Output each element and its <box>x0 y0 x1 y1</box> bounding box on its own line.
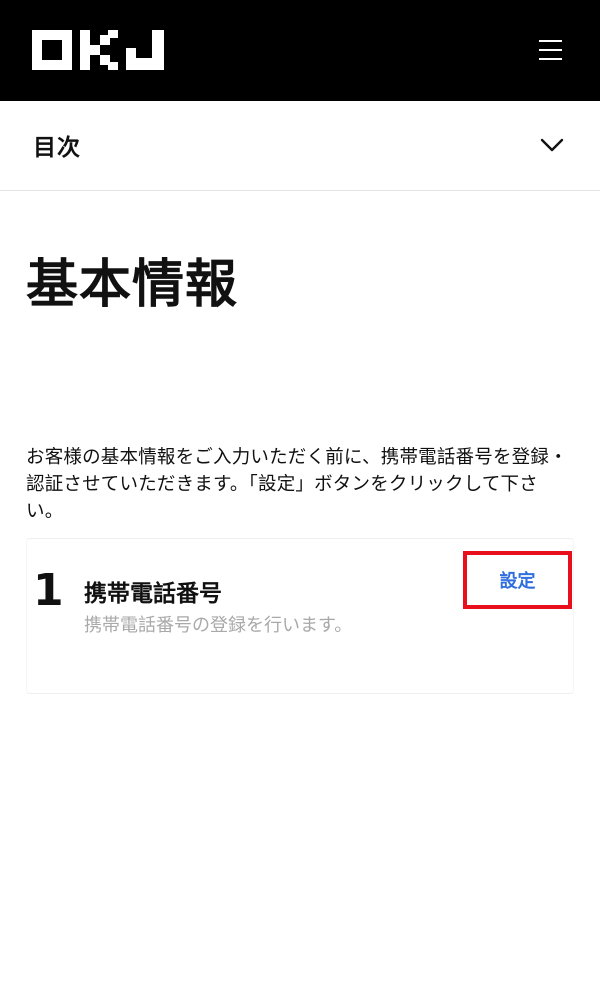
step-description: 携帯電話番号の登録を行います。 <box>84 615 353 636</box>
set-button[interactable]: 設定 <box>463 551 572 609</box>
chevron-down-icon <box>540 138 564 152</box>
intro-text: お客様の基本情報をご入力いただく前に、携帯電話番号を登録・認証させていただきます… <box>26 447 568 522</box>
table-of-contents-toggle[interactable]: 目次 <box>0 101 600 191</box>
step-title: 携帯電話番号 <box>84 581 222 607</box>
page-title: 基本情報 <box>26 255 239 315</box>
okj-logo[interactable] <box>32 30 166 70</box>
set-button-label: 設定 <box>499 571 536 592</box>
toc-label: 目次 <box>33 135 81 161</box>
step-number: 1 <box>33 565 64 616</box>
hamburger-menu-icon[interactable] <box>530 32 570 68</box>
step-card: 1 携帯電話番号 携帯電話番号の登録を行います。 設定 <box>26 538 574 694</box>
site-header <box>0 0 600 101</box>
